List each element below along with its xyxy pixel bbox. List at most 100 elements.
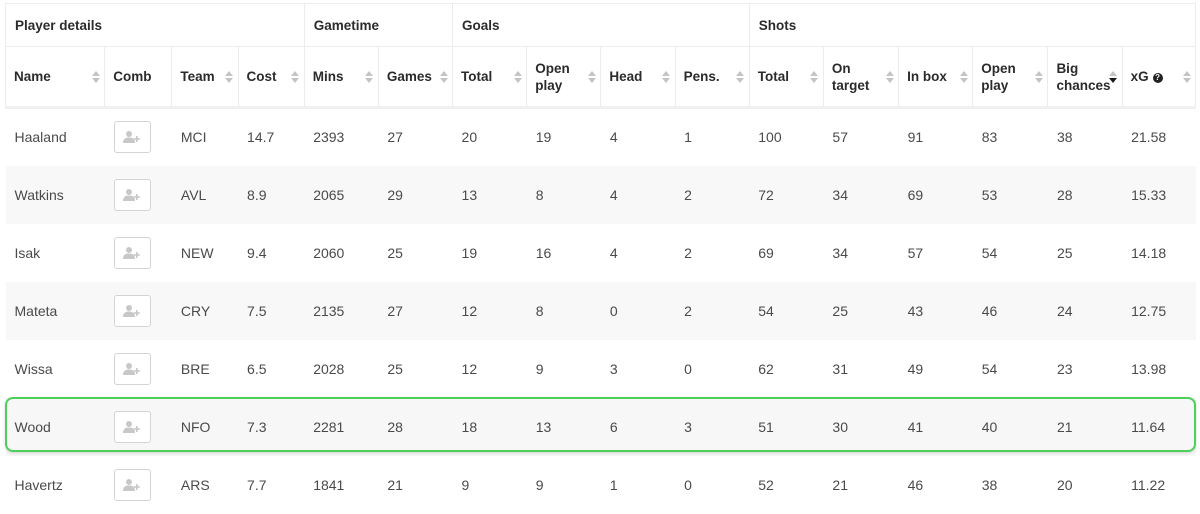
column-header-head[interactable]: Head (600, 46, 676, 109)
column-header-games[interactable]: Games (377, 46, 453, 109)
cell-mins: 2028 (313, 360, 345, 377)
cell-games: 27 (378, 281, 453, 340)
column-header-label: Name (14, 69, 51, 84)
sort-icon[interactable] (365, 70, 374, 84)
cell-on-target: 31 (832, 360, 848, 377)
column-header-on-target[interactable]: On target (822, 46, 899, 109)
column-header-open-play[interactable]: Open play (972, 46, 1048, 109)
cell-pens: 2 (675, 165, 750, 224)
cell-big-chances: 23 (1056, 360, 1073, 377)
cell-head: 4 (609, 244, 618, 261)
sort-icon[interactable] (439, 70, 448, 84)
cell-name[interactable]: Wissa (6, 340, 105, 398)
add-to-comparison-button[interactable] (113, 468, 151, 501)
sort-icon[interactable] (513, 70, 522, 84)
column-header-name[interactable]: Name (4, 46, 105, 109)
sort-icon[interactable] (736, 70, 745, 84)
column-header-xg[interactable]: xG? (1121, 46, 1197, 109)
cell-big-chances: 21 (1047, 397, 1123, 456)
add-to-comparison-button[interactable] (113, 178, 151, 211)
add-user-icon (123, 420, 141, 434)
column-header-mins[interactable]: Mins (303, 46, 379, 109)
comb-cell (105, 340, 172, 398)
column-header-pens[interactable]: Pens. (674, 46, 750, 109)
sort-icon[interactable] (225, 70, 234, 84)
cell-in-box: 41 (898, 397, 973, 456)
column-header-in-box[interactable]: In box (898, 46, 973, 109)
cell-shots-total: 52 (758, 476, 774, 493)
column-header-cost[interactable]: Cost (237, 46, 305, 109)
cell-pens: 2 (675, 281, 750, 340)
sort-icon[interactable] (1182, 70, 1191, 84)
sort-icon[interactable] (810, 70, 819, 84)
sort-icon[interactable] (587, 70, 596, 84)
player-stats-table: Player details Gametime Goals Shots Name Com… (4, 3, 1197, 514)
add-user-icon (123, 362, 141, 376)
add-user-icon (123, 246, 141, 260)
cell-shots-total: 54 (749, 281, 824, 340)
sort-icon[interactable] (291, 70, 300, 84)
add-to-comparison-button[interactable] (113, 294, 151, 327)
cell-cost: 14.7 (247, 129, 275, 146)
cell-xg: 15.33 (1122, 165, 1196, 224)
cell-goals-total: 20 (461, 129, 478, 146)
cell-goals-total: 18 (452, 397, 527, 456)
cell-team: AVL (171, 165, 239, 224)
cell-shots-open: 40 (972, 397, 1048, 456)
cell-head: 4 (609, 129, 618, 146)
cell-in-box: 91 (907, 129, 924, 146)
cell-xg: 11.64 (1122, 397, 1196, 456)
column-header-label: Big chances (1056, 60, 1111, 93)
cell-name[interactable]: Mateta (5, 281, 105, 340)
cell-mins: 2060 (313, 244, 345, 261)
cell-shots-open: 38 (981, 476, 998, 493)
sort-icon[interactable] (959, 70, 968, 84)
comb-cell (105, 108, 172, 166)
column-header-label: Total (461, 69, 493, 84)
cell-big-chances: 24 (1047, 281, 1123, 340)
cell-games: 21 (387, 476, 403, 493)
column-header-total[interactable]: Total (452, 46, 527, 109)
sort-icon[interactable] (662, 70, 671, 84)
comb-cell (104, 165, 172, 224)
cell-name[interactable]: Isak (6, 224, 105, 282)
add-to-comparison-button[interactable] (113, 410, 151, 443)
cell-on-target: 30 (823, 397, 899, 456)
column-header-total[interactable]: Total (748, 46, 824, 109)
sort-icon[interactable] (885, 70, 894, 84)
sort-icon[interactable] (1109, 70, 1118, 84)
cell-xg: 11.22 (1131, 476, 1166, 493)
add-to-comparison-button[interactable] (113, 352, 151, 385)
cell-cost: 7.5 (238, 281, 305, 340)
column-header-big-chances[interactable]: Big chances (1047, 46, 1123, 109)
cell-xg: 21.58 (1131, 129, 1167, 146)
add-to-comparison-button[interactable] (113, 121, 151, 154)
cell-mins: 2065 (304, 165, 379, 224)
cell-shots-open: 54 (981, 244, 998, 261)
table-body: Haaland MCI 14.7 2393 27 20 19 4 1 100 57 91 83 38 21.… (5, 108, 1196, 514)
cell-goals-total: 19 (461, 244, 478, 261)
cell-big-chances: 38 (1056, 129, 1073, 146)
column-header-team[interactable]: Team (171, 46, 239, 109)
sort-icon[interactable] (91, 70, 100, 84)
cell-name[interactable]: Havertz (6, 456, 105, 514)
cell-games: 29 (378, 165, 453, 224)
column-header-label: Total (757, 69, 789, 84)
add-to-comparison-button[interactable] (113, 236, 151, 269)
cell-games: 25 (387, 360, 403, 377)
cell-shots-total: 62 (758, 360, 774, 377)
cell-name[interactable]: Watkins (5, 165, 105, 224)
cell-name[interactable]: Wood (5, 397, 105, 456)
cell-name[interactable]: Haaland (6, 108, 105, 166)
cell-in-box: 49 (907, 360, 924, 377)
question-circle-icon[interactable]: ? (1152, 73, 1163, 83)
player-stats-container: Player details Gametime Goals Shots Name Com… (0, 0, 1200, 514)
cell-mins: 2281 (304, 397, 379, 456)
sort-icon[interactable] (1034, 70, 1043, 84)
cell-goals-total: 12 (452, 281, 527, 340)
column-header-label: In box (907, 69, 947, 84)
column-header-open-play[interactable]: Open play (526, 46, 601, 109)
cell-cost: 8.9 (238, 165, 305, 224)
comb-cell (105, 224, 172, 282)
column-header-label: Open play (535, 60, 570, 93)
